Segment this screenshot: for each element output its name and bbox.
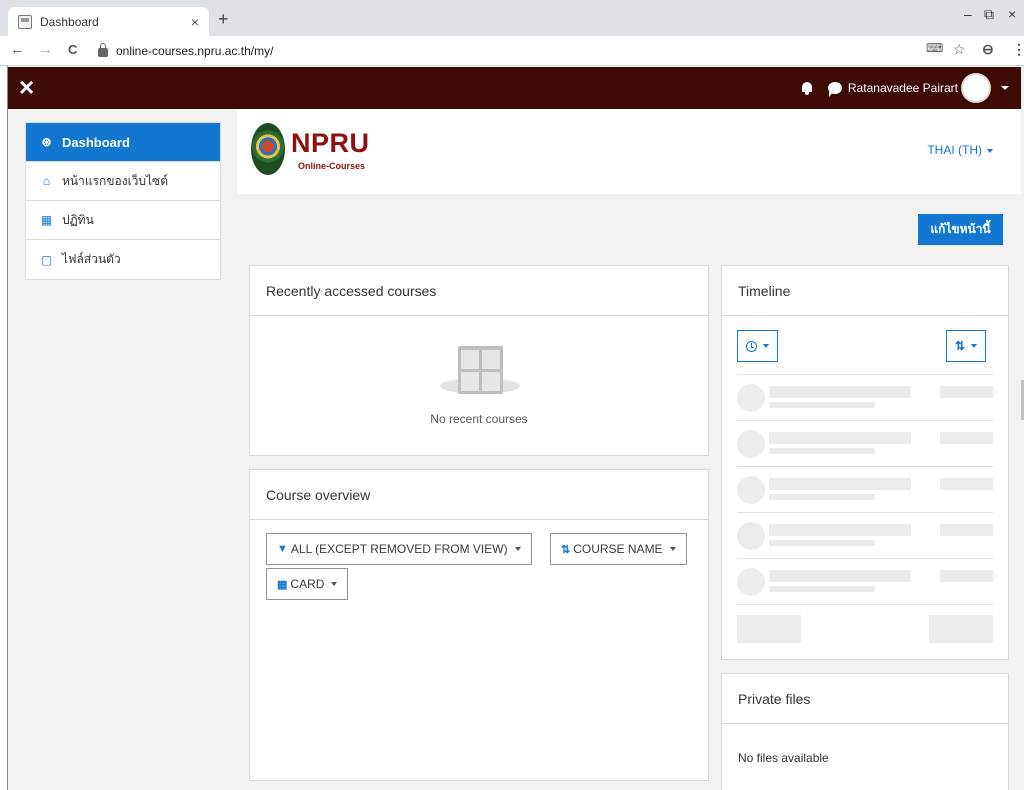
recent-courses-block: Recently accessed courses No recent cour… — [249, 265, 709, 456]
drawer-item-label: Dashboard — [62, 134, 130, 150]
language-label: THAI (TH) — [927, 143, 982, 157]
profile-icon[interactable]: ⊖ — [982, 41, 994, 58]
lock-icon — [98, 43, 108, 57]
drawer-item-label: หน้าแรกของเว็บไซต์ — [62, 173, 168, 188]
view-label: CARD — [290, 577, 325, 591]
close-drawer-icon[interactable]: × — [19, 73, 34, 101]
sort-label: COURSE NAME — [573, 542, 663, 556]
drawer-item-label: ปฏิทิน — [62, 212, 94, 227]
timeline-sort-button[interactable]: ⇅ — [946, 330, 987, 362]
drawer-item-label: ไฟล์ส่วนตัว — [62, 252, 121, 266]
moodle-favicon-icon — [18, 14, 32, 29]
timeline-block: Timeline ⇅ — [721, 265, 1009, 660]
divider — [737, 604, 993, 605]
course-overview-block: Course overview ▼ ALL (EXCEPT REMOVED FR… — [249, 469, 709, 781]
drawer-item-private-files[interactable]: ▢ ไฟล์ส่วนตัว — [26, 240, 220, 279]
sort-icon: ⇅ — [561, 543, 571, 556]
tab-close-icon[interactable]: × — [191, 14, 199, 30]
drawer-item-calendar[interactable]: ▦ ปฏิทิน — [26, 201, 220, 240]
site-navbar: × Ratanavadee Pairart — [8, 67, 1021, 109]
site-logo-subtitle: Online-Courses — [298, 161, 366, 171]
grouping-filter-button[interactable]: ▼ ALL (EXCEPT REMOVED FROM VIEW) — [266, 533, 532, 565]
address-bar[interactable]: online-courses.npru.ac.th/my/ — [98, 40, 918, 62]
timeline-placeholder-row — [737, 558, 993, 604]
filter-icon: ▼ — [277, 543, 288, 555]
chevron-down-icon — [331, 582, 338, 586]
dashboard-icon: ⊛ — [41, 135, 52, 149]
timeline-title: Timeline — [722, 266, 1008, 316]
user-nav: Ratanavadee Pairart — [800, 67, 1021, 109]
restore-icon[interactable]: ⧉ — [984, 6, 994, 23]
chevron-down-icon — [669, 547, 676, 551]
calendar-icon: ▦ — [40, 213, 53, 227]
back-icon[interactable]: ← — [10, 42, 25, 58]
window-close-icon[interactable]: × — [1008, 6, 1016, 22]
chevron-down-icon — [987, 148, 993, 153]
user-menu-caret-icon[interactable] — [1001, 86, 1009, 90]
bookmark-star-icon[interactable]: ☆ — [953, 41, 966, 58]
drawer-item-dashboard[interactable]: ⊛ Dashboard — [26, 123, 220, 162]
user-name[interactable]: Ratanavadee Pairart — [848, 81, 958, 95]
filter-label: ALL (EXCEPT REMOVED FROM VIEW) — [290, 542, 508, 556]
site-logo[interactable]: NPRU — [291, 129, 370, 157]
file-icon: ▢ — [40, 252, 53, 267]
nav-drawer: ⊛ Dashboard ⌂ หน้าแรกของเว็บไซต์ ▦ ปฏิทิ… — [25, 122, 221, 280]
home-icon: ⌂ — [42, 174, 51, 188]
private-files-empty: No files available — [738, 751, 829, 765]
chevron-down-icon — [514, 547, 521, 551]
chevron-down-icon — [763, 344, 769, 348]
reload-icon[interactable]: C — [68, 42, 77, 58]
timeline-placeholder-row — [737, 512, 993, 558]
edit-page-button[interactable]: แก้ไขหน้านี้ — [918, 214, 1003, 245]
drawer-item-home[interactable]: ⌂ หน้าแรกของเว็บไซต์ — [26, 162, 220, 201]
minimize-icon[interactable]: – — [964, 6, 972, 22]
sort-button[interactable]: ⇅ COURSE NAME — [550, 533, 687, 565]
clock-icon — [746, 340, 757, 352]
view-mode-button[interactable]: ▦ CARD — [266, 568, 349, 600]
chevron-down-icon — [971, 344, 978, 348]
browser-tab[interactable]: Dashboard × — [8, 7, 209, 36]
grid-icon: ▦ — [277, 578, 288, 591]
no-courses-illustration-icon — [440, 330, 520, 398]
browser-toolbar: ← → C online-courses.npru.ac.th/my/ ⌨ ☆ … — [0, 36, 1024, 66]
new-tab-icon[interactable]: + — [218, 10, 229, 28]
timeline-filter-button[interactable] — [737, 330, 778, 362]
timeline-placeholder-row — [737, 466, 993, 512]
private-files-block: Private files No files available — [721, 673, 1009, 790]
timeline-placeholder-button — [929, 615, 993, 643]
sort-icon: ⇅ — [955, 339, 966, 353]
university-seal-icon[interactable] — [251, 123, 285, 175]
messages-icon[interactable] — [827, 82, 842, 97]
private-files-title: Private files — [722, 674, 1008, 724]
url-text: online-courses.npru.ac.th/my/ — [116, 44, 274, 58]
forward-icon[interactable]: → — [38, 42, 53, 58]
empty-message: No recent courses — [430, 412, 528, 426]
course-overview-title: Course overview — [250, 470, 708, 520]
timeline-placeholder-button — [737, 615, 801, 643]
bell-icon[interactable] — [800, 81, 814, 95]
language-menu[interactable]: THAI (TH) — [927, 143, 993, 157]
page-header: NPRU Online-Courses THAI (TH) — [237, 109, 1021, 194]
tab-title: Dashboard — [40, 14, 99, 29]
timeline-placeholder-row — [737, 420, 993, 466]
timeline-placeholder-row — [737, 374, 993, 420]
avatar[interactable] — [961, 73, 991, 103]
recent-courses-title: Recently accessed courses — [250, 266, 708, 316]
browser-menu-icon[interactable]: ⋮ — [1012, 41, 1024, 58]
translate-icon[interactable]: ⌨ — [926, 41, 943, 55]
browser-tabstrip: Dashboard × + – ⧉ × — [0, 0, 1024, 36]
